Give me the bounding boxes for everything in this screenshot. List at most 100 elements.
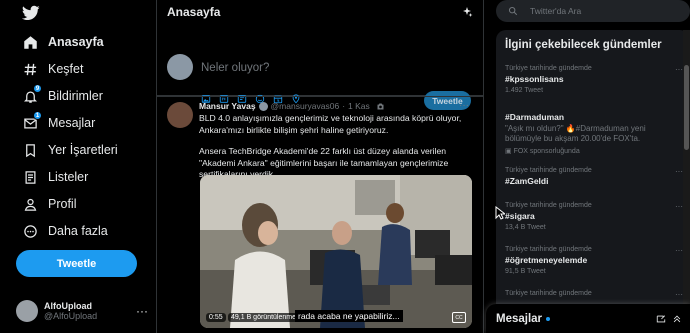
trend-more-icon[interactable]: ··· — [675, 202, 683, 211]
post-author-name[interactable]: Mansur Yavaş — [199, 101, 256, 111]
nav-item-notifications[interactable]: 9 Bildirimler — [16, 83, 109, 109]
expand-chevron-icon[interactable] — [672, 314, 682, 324]
account-avatar — [16, 300, 38, 322]
trend-meta: Türkiye tarihinde gündemde — [505, 246, 592, 253]
tweet-post[interactable]: Mansur Yavaş @mansuryavas06 · 1 Kas ··· … — [157, 96, 483, 333]
person-icon — [22, 196, 38, 212]
trend-more-icon[interactable]: ··· — [675, 65, 683, 74]
trend-meta: Türkiye tarihinde gündemde — [505, 290, 592, 297]
promoted-text: FOX sponsorluğunda — [513, 148, 580, 155]
hashtag-icon — [22, 61, 38, 77]
verified-badge-icon — [258, 101, 268, 111]
trends-panel: İlgini çekebilecek gündemler Türkiye tar… — [496, 30, 690, 333]
nav-item-profile[interactable]: Profil — [16, 191, 82, 217]
trends-title: İlgini çekebilecek gündemler — [505, 39, 662, 51]
camera-icon — [377, 103, 384, 109]
main-timeline: Anasayfa Neler oluyor? Tweetle Mansur Ya… — [156, 0, 484, 333]
nav-label-home: Anasayfa — [48, 35, 104, 49]
trend-item[interactable]: Türkiye tarihinde gündemde #ZamGeldi ··· — [505, 167, 683, 186]
video-duration: 0:55 — [206, 313, 226, 322]
trend-name: #öğretmeneyelemde — [505, 255, 588, 265]
trend-description: "Aşık mı oldun?" 🔥#Darmaduman yeni bölüm… — [505, 124, 646, 143]
trend-more-icon[interactable]: ··· — [675, 290, 683, 299]
messages-drawer-title: Mesajlar — [496, 312, 543, 325]
home-icon — [22, 34, 38, 50]
trend-count: 13,4 B Tweet — [505, 224, 546, 231]
compose-input[interactable]: Neler oluyor? — [201, 62, 269, 74]
post-more-icon[interactable]: ··· — [459, 100, 469, 111]
nav-item-more[interactable]: Daha fazla — [16, 218, 114, 244]
trend-meta: Türkiye tarihinde gündemde — [505, 167, 592, 174]
video-caption: rada acaba ne yapabiliriz... — [295, 310, 403, 322]
nav-label-bookmarks: Yer İşaretleri — [48, 143, 118, 157]
post-time[interactable]: 1 Kas — [348, 101, 370, 111]
compose-box: Neler oluyor? Tweetle — [157, 24, 483, 110]
compose-avatar — [167, 54, 193, 80]
promoted-label: ▣ FOX sponsorluğunda — [505, 147, 683, 155]
mouse-cursor-icon — [495, 206, 505, 220]
nav-label-explore: Keşfet — [48, 62, 84, 76]
nav-item-explore[interactable]: Keşfet — [16, 56, 89, 82]
page-title: Anasayfa — [167, 5, 221, 19]
trend-item[interactable]: #Darmaduman "Aşık mı oldun?" 🔥#Darmaduma… — [505, 110, 683, 155]
post-separator: · — [342, 101, 346, 111]
post-video[interactable]: 0:55 49,1 B görüntülenme rada acaba ne y… — [200, 175, 472, 328]
trend-name: #Darmaduman — [505, 112, 565, 122]
account-name: AlfoUpload — [44, 301, 92, 311]
notification-count-badge: 9 — [33, 84, 42, 93]
trend-item[interactable]: Türkiye tarihinde gündemde #öğretmeneyel… — [505, 246, 683, 275]
video-view-count: 49,1 B görüntülenme — [228, 313, 299, 322]
promoted-icon: ▣ — [505, 148, 514, 155]
trend-name: #kpssonlisans — [505, 74, 564, 84]
envelope-icon: 1 — [22, 111, 42, 131]
trend-count: 1.492 Tweet — [505, 87, 544, 94]
unread-dot — [546, 316, 551, 321]
trend-name: #ZamGeldi — [505, 176, 549, 186]
trend-meta: Türkiye tarihinde gündemde — [505, 65, 592, 72]
trend-item[interactable]: Türkiye tarihinde gündemde #sigara 13,4 … — [505, 202, 683, 231]
twitter-app: Anasayfa Keşfet 9 Bildirimler 1 Mesajlar… — [0, 0, 690, 333]
nav-label-profile: Profil — [48, 197, 77, 211]
messages-drawer-actions — [650, 314, 682, 324]
post-author-handle[interactable]: @mansuryavas06 — [271, 101, 340, 111]
nav-item-messages[interactable]: 1 Mesajlar — [16, 110, 101, 136]
search-placeholder: Twitter'da Ara — [530, 6, 582, 16]
account-more-icon[interactable]: ··· — [136, 304, 148, 318]
trend-more-icon[interactable]: ··· — [675, 167, 683, 176]
bookmark-icon — [22, 142, 38, 158]
new-message-icon[interactable] — [656, 314, 666, 324]
right-sidebar: Twitter'da Ara İlgini çekebilecek gündem… — [484, 0, 690, 333]
account-switcher[interactable]: AlfoUpload @AlfoUpload ··· — [16, 296, 148, 326]
nav-item-lists[interactable]: Listeler — [16, 164, 94, 190]
trend-count: 91,5 B Tweet — [505, 268, 546, 275]
message-count-badge: 1 — [33, 111, 42, 120]
tweet-button[interactable]: Tweetle — [16, 250, 137, 277]
nav-item-home[interactable]: Anasayfa — [16, 29, 110, 55]
list-icon — [22, 169, 38, 185]
post-header: Mansur Yavaş @mansuryavas06 · 1 Kas — [199, 101, 385, 111]
trend-more-icon[interactable]: ··· — [675, 246, 683, 255]
messages-drawer[interactable]: Mesajlar — [486, 304, 690, 333]
captions-toggle-icon[interactable]: CC — [452, 312, 466, 323]
twitter-logo-icon[interactable] — [22, 4, 40, 22]
nav-label-more: Daha fazla — [48, 224, 108, 238]
trend-item[interactable]: Türkiye tarihinde gündemde ··· — [505, 290, 683, 299]
scrollbar-thumb[interactable] — [684, 65, 689, 150]
video-frame-illustration — [200, 175, 472, 328]
trend-meta: Türkiye tarihinde gündemde — [505, 202, 592, 209]
nav-label-lists: Listeler — [48, 170, 89, 184]
account-info: AlfoUpload @AlfoUpload — [44, 301, 97, 321]
sparkle-icon[interactable] — [461, 6, 473, 18]
trend-name: #sigara — [505, 211, 535, 221]
nav-label-messages: Mesajlar — [48, 116, 96, 130]
search-icon — [508, 6, 518, 16]
post-author-avatar[interactable] — [167, 102, 193, 128]
search-input[interactable]: Twitter'da Ara — [496, 0, 690, 22]
sidebar-scrollbar[interactable] — [683, 30, 690, 333]
nav-item-bookmarks[interactable]: Yer İşaretleri — [16, 137, 124, 163]
bell-icon: 9 — [22, 84, 42, 104]
more-circle-icon — [22, 223, 38, 239]
trend-item[interactable]: Türkiye tarihinde gündemde #kpssonlisans… — [505, 65, 683, 94]
post-text-paragraph-1: BLD 4.0 anlayışımızla gençlerimiz ve tek… — [199, 113, 462, 135]
sidebar-nav: Anasayfa Keşfet 9 Bildirimler 1 Mesajlar… — [0, 0, 156, 333]
